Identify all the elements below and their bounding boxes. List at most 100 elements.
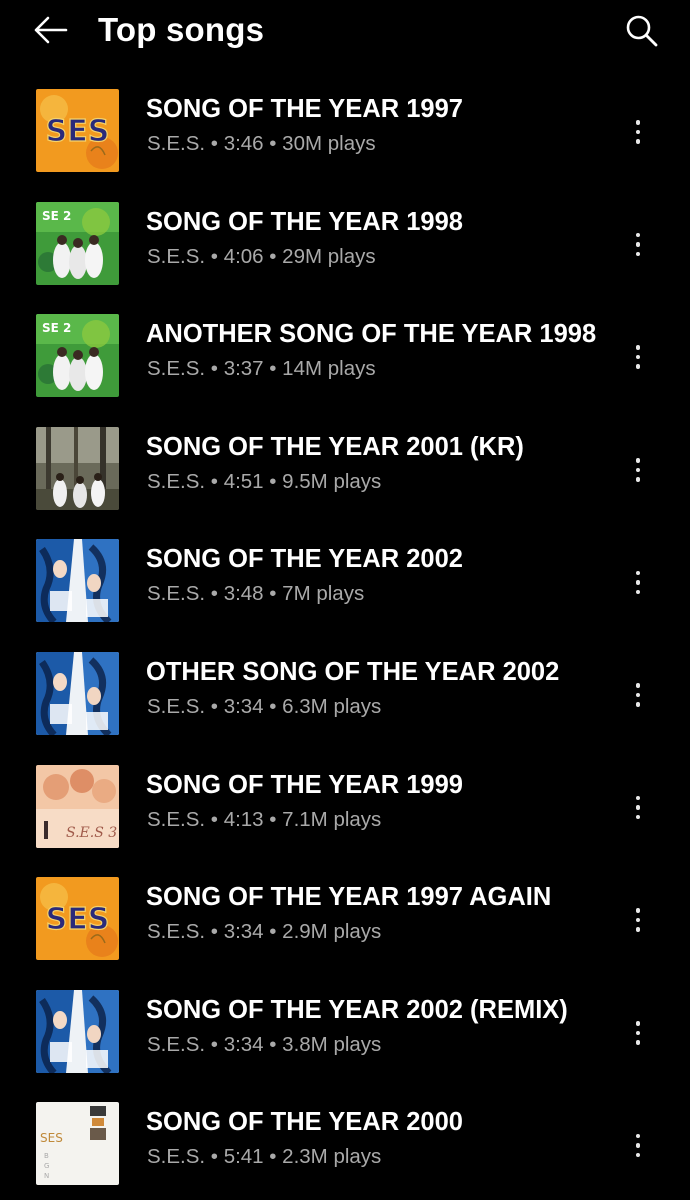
song-duration: 4:06 <box>223 244 264 268</box>
meta-separator: • <box>205 469 224 493</box>
song-row[interactable]: SONG OF THE YEAR 2002 (REMIX) S.E.S. • 3… <box>0 977 690 1090</box>
more-vertical-icon-dot <box>635 702 641 707</box>
song-plays: 2.3M plays <box>282 1145 382 1169</box>
meta-separator: • <box>205 244 224 268</box>
more-options-button[interactable] <box>622 223 654 267</box>
more-options-button[interactable] <box>622 1123 654 1167</box>
song-title: SONG OF THE YEAR 2001 (KR) <box>146 432 524 461</box>
song-row[interactable]: SE 2 SONG OF THE YEAR 1998 S.E.S. • 4:06… <box>0 189 690 302</box>
song-artist: S.E.S. <box>147 469 206 493</box>
svg-text:SES: SES <box>40 1131 63 1145</box>
more-vertical-icon-dot <box>635 589 641 595</box>
more-vertical-icon-dot <box>635 927 641 932</box>
album-art: SES <box>36 877 119 961</box>
song-title: SONG OF THE YEAR 1997 <box>146 95 463 123</box>
svg-text:SE 2: SE 2 <box>42 321 71 335</box>
meta-separator: • <box>263 1145 283 1169</box>
song-row[interactable]: SES B G N SONG OF THE YEAR 2000 S.E.S. •… <box>0 1089 690 1200</box>
song-row[interactable]: S.E.S 3 SONG OF THE YEAR 1999 S.E.S. • 4… <box>0 752 690 865</box>
more-options-button[interactable] <box>622 335 654 379</box>
more-options-button[interactable] <box>622 560 654 604</box>
svg-text:N: N <box>44 1172 49 1180</box>
more-vertical-icon-dot <box>635 1030 641 1035</box>
song-artist: S.E.S. <box>147 920 206 944</box>
more-vertical-icon-dot <box>635 251 641 257</box>
more-vertical-icon <box>635 120 641 125</box>
song-meta: S.E.S. • 3:34 • 2.9M plays <box>147 919 381 945</box>
song-plays: 3.8M plays <box>282 1032 382 1056</box>
more-vertical-icon-dot <box>635 1040 641 1045</box>
more-vertical-icon-dot <box>635 580 641 585</box>
album-art: SES <box>36 89 119 172</box>
more-vertical-icon-dot <box>635 242 641 247</box>
song-duration: 3:34 <box>223 1032 264 1056</box>
meta-separator: • <box>263 469 283 493</box>
more-options-button[interactable] <box>622 1011 654 1055</box>
meta-separator: • <box>205 357 224 381</box>
song-title: SONG OF THE YEAR 2000 <box>146 1108 463 1137</box>
more-vertical-icon <box>635 1133 641 1139</box>
song-row[interactable]: SONG OF THE YEAR 2001 (KR) S.E.S. • 4:51… <box>0 414 690 527</box>
more-vertical-icon-dot <box>635 139 641 144</box>
meta-separator: • <box>205 582 224 606</box>
song-title: SONG OF THE YEAR 1997 AGAIN <box>146 883 552 912</box>
more-vertical-icon-dot <box>635 354 641 360</box>
more-options-button[interactable] <box>622 786 654 830</box>
svg-text:G: G <box>44 1162 49 1170</box>
song-meta: S.E.S. • 4:51 • 9.5M plays <box>147 469 381 495</box>
song-duration: 3:46 <box>223 132 264 155</box>
meta-separator: • <box>263 1032 283 1056</box>
song-title: SONG OF THE YEAR 1999 <box>146 770 463 799</box>
song-meta: S.E.S. • 3:37 • 14M plays <box>147 356 376 382</box>
song-artist: S.E.S. <box>147 1145 206 1169</box>
song-row[interactable]: OTHER SONG OF THE YEAR 2002 S.E.S. • 3:3… <box>0 639 690 752</box>
song-artist: S.E.S. <box>147 694 206 718</box>
album-art <box>36 426 119 510</box>
svg-text:SE 2: SE 2 <box>42 209 71 223</box>
meta-separator: • <box>263 920 283 944</box>
album-art: S.E.S 3 <box>36 764 119 848</box>
more-options-button[interactable] <box>622 673 654 717</box>
song-meta: S.E.S. • 4:13 • 7.1M plays <box>147 807 381 833</box>
svg-text:S.E.S 3: S.E.S 3 <box>66 825 117 841</box>
meta-separator: • <box>205 1145 224 1169</box>
song-row[interactable]: SE 2 ANOTHER SONG OF THE YEAR 1998 S.E.S… <box>0 301 690 414</box>
svg-text:SES: SES <box>46 114 110 149</box>
song-meta: S.E.S. • 3:34 • 3.8M plays <box>147 1032 381 1058</box>
song-title: ANOTHER SONG OF THE YEAR 1998 <box>146 320 597 349</box>
more-vertical-icon-dot <box>635 364 641 369</box>
more-vertical-icon-dot <box>635 1152 641 1158</box>
more-vertical-icon-dot <box>635 917 641 923</box>
more-vertical-icon-dot <box>635 1143 641 1148</box>
more-options-button[interactable] <box>622 448 654 492</box>
more-options-button[interactable] <box>622 898 654 942</box>
meta-separator: • <box>263 694 283 718</box>
song-title: SONG OF THE YEAR 2002 (REMIX) <box>146 995 568 1024</box>
song-meta: S.E.S. • 4:06 • 29M plays <box>147 244 376 270</box>
meta-separator: • <box>205 694 224 718</box>
more-vertical-icon-dot <box>635 129 641 135</box>
search-button[interactable] <box>620 10 664 52</box>
album-art: SE 2 <box>36 201 119 285</box>
meta-separator: • <box>205 807 224 831</box>
song-artist: S.E.S. <box>147 357 206 381</box>
more-vertical-icon-dot <box>635 805 641 810</box>
page-title: Top songs <box>98 11 265 48</box>
song-row[interactable]: SES SONG OF THE YEAR 1997 S.E.S. • 3:46 … <box>0 76 690 189</box>
song-artist: S.E.S. <box>147 1032 206 1056</box>
album-art <box>36 539 119 623</box>
song-title: SONG OF THE YEAR 1998 <box>146 207 463 236</box>
more-vertical-icon-dot <box>635 814 641 820</box>
song-duration: 3:34 <box>223 920 264 944</box>
arrow-left-icon <box>34 16 68 44</box>
album-art <box>36 989 119 1073</box>
more-vertical-icon-dot <box>635 692 641 698</box>
song-row[interactable]: SONG OF THE YEAR 2002 S.E.S. • 3:48 • 7M… <box>0 526 690 639</box>
more-vertical-icon-dot <box>635 477 641 482</box>
song-meta: S.E.S. • 3:34 • 6.3M plays <box>147 694 381 720</box>
more-options-button[interactable] <box>622 110 654 154</box>
more-vertical-icon <box>635 458 641 463</box>
back-button[interactable] <box>28 10 72 50</box>
svg-text:B: B <box>44 1152 49 1160</box>
song-row[interactable]: SES SONG OF THE YEAR 1997 AGAIN S.E.S. •… <box>0 864 690 977</box>
